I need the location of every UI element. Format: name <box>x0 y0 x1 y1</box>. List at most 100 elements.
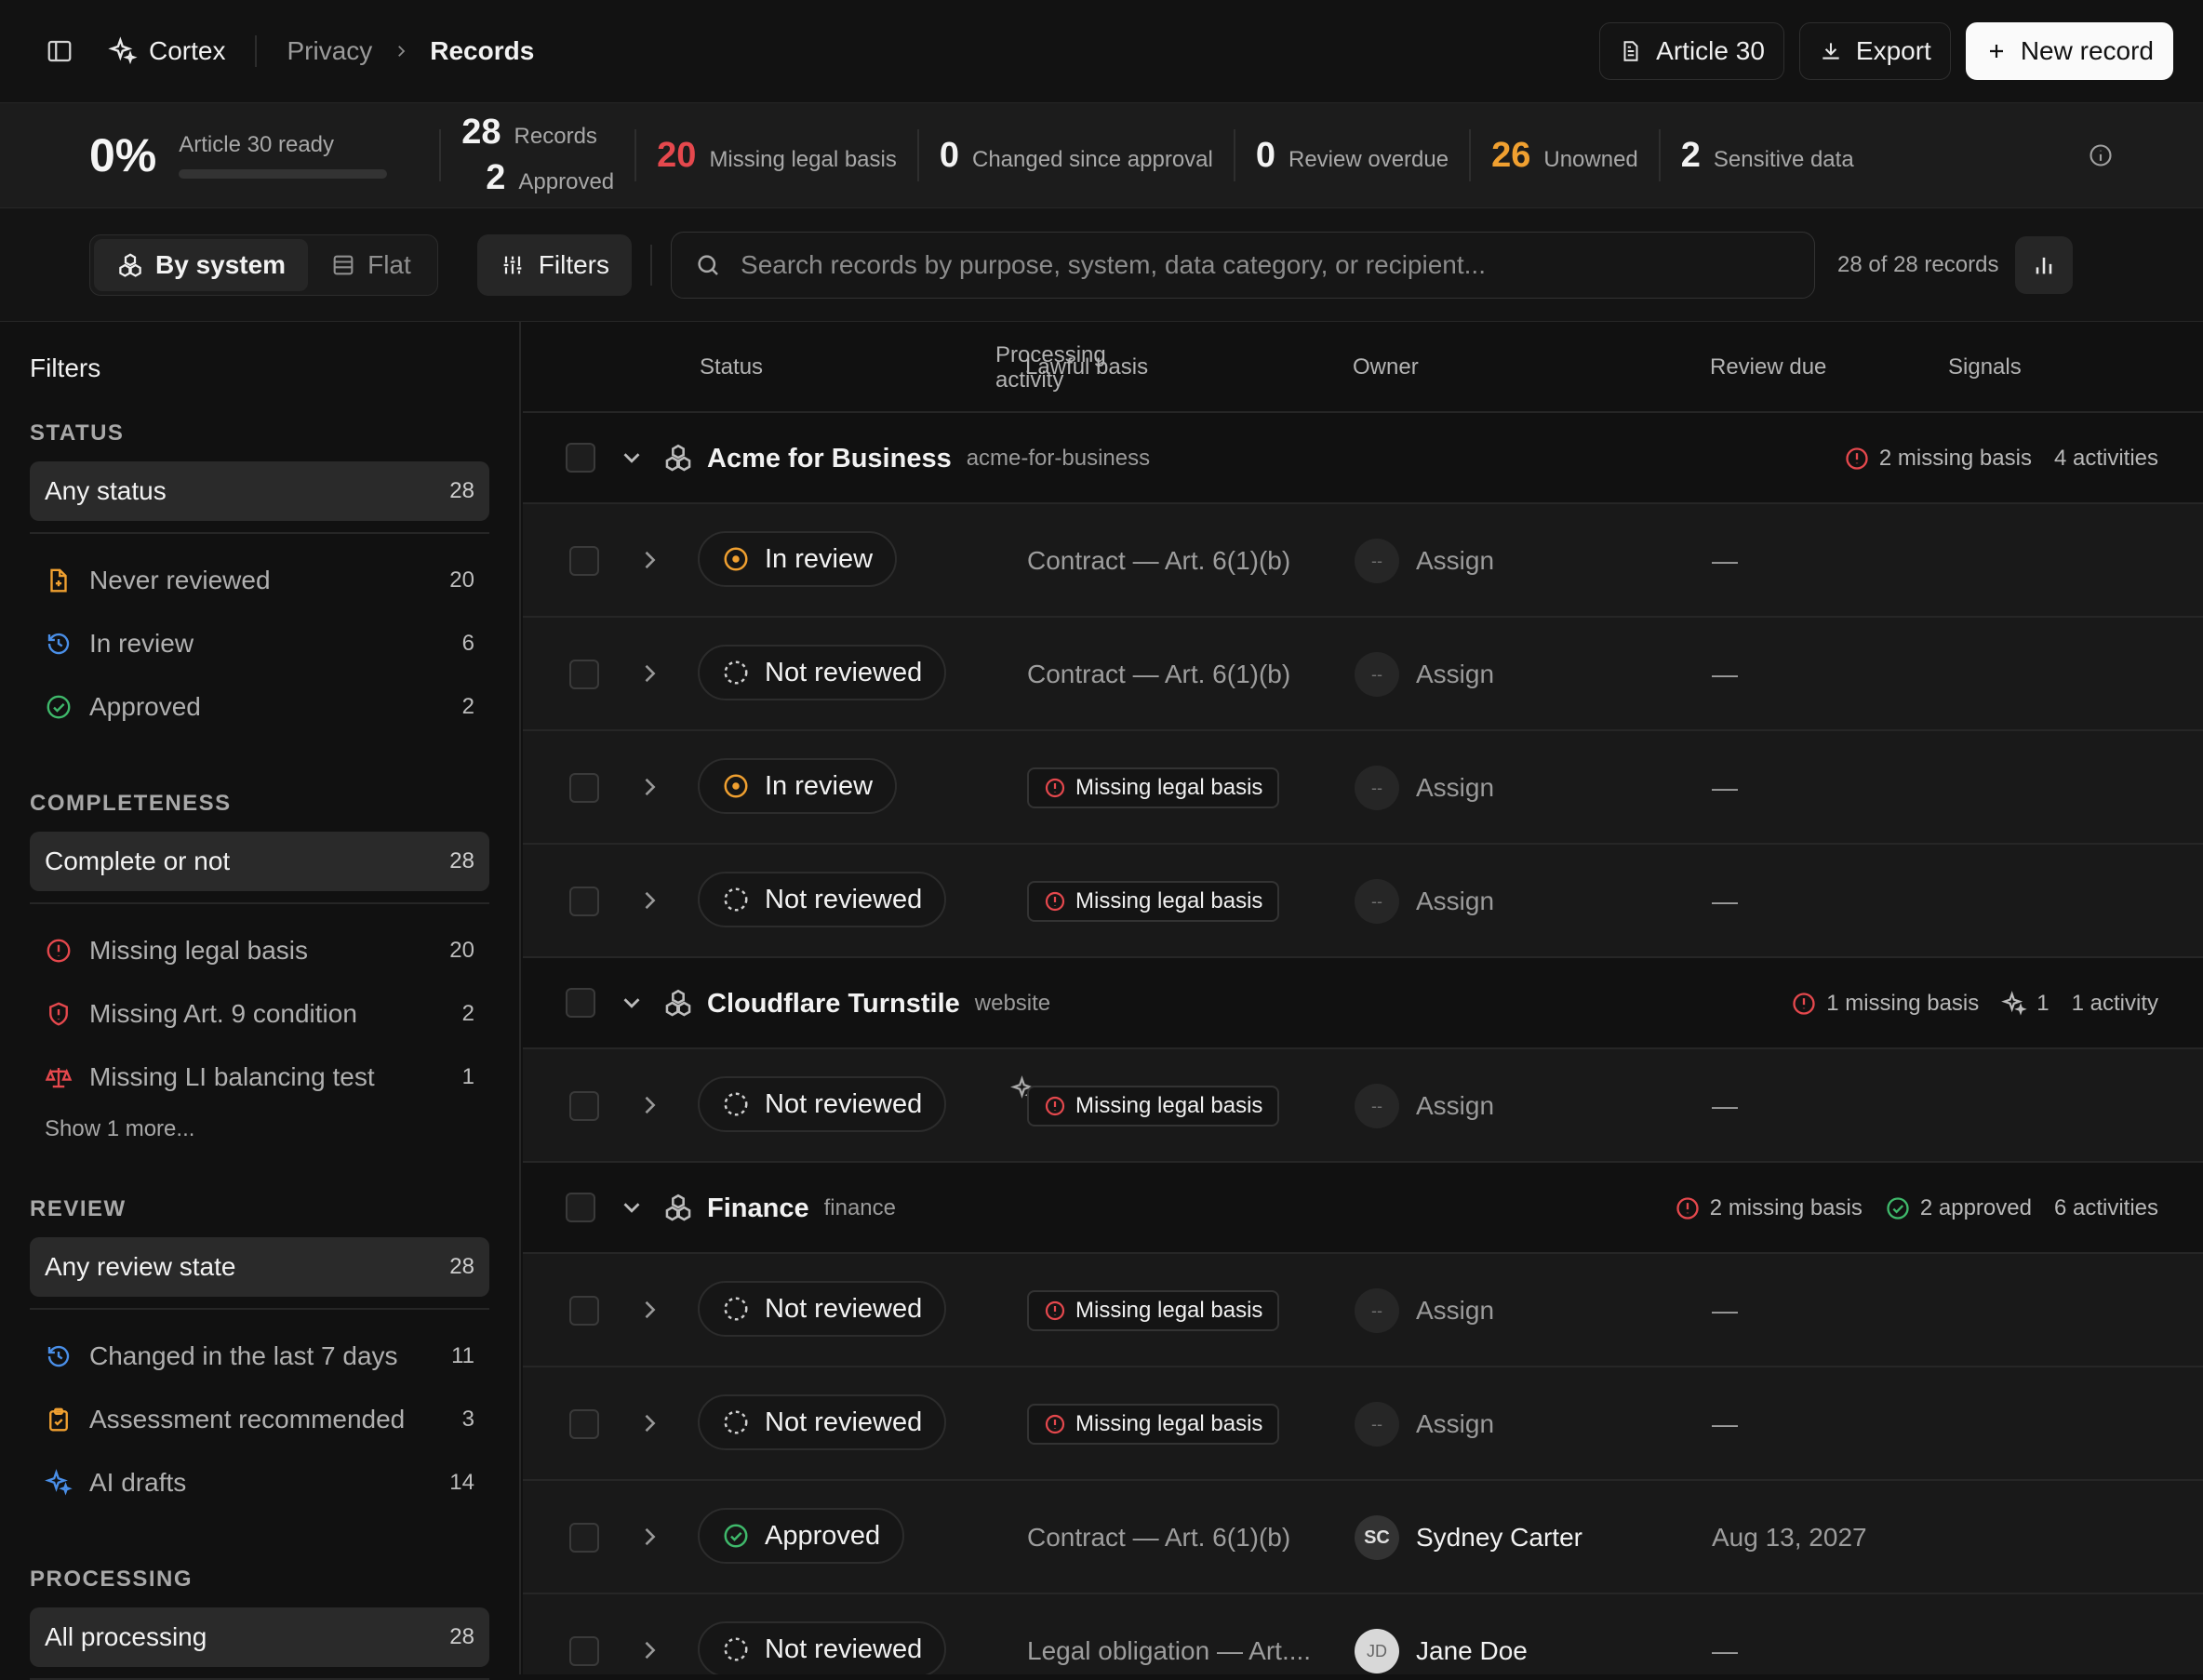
chevron-right-icon[interactable] <box>636 1297 662 1323</box>
chevron-right-icon[interactable] <box>636 1092 662 1118</box>
status-pill[interactable]: Not reviewed <box>698 645 947 700</box>
table-row[interactable]: Not reviewed Missing legal basis -- Assig… <box>523 1367 2203 1481</box>
row-checkbox[interactable] <box>569 1636 599 1666</box>
header-signals[interactable]: Signals <box>1948 322 2022 413</box>
table-row[interactable]: Not reviewed Missing legal basis -- Assig… <box>523 845 2203 958</box>
assign-link[interactable]: Assign <box>1416 887 1494 916</box>
stat-changed[interactable]: 0 Changed since approval <box>940 136 1213 176</box>
row-checkbox[interactable] <box>569 773 599 803</box>
row-checkbox[interactable] <box>569 1296 599 1326</box>
article30-button[interactable]: Article 30 <box>1599 22 1784 80</box>
table-row[interactable]: Not reviewed Missing legal basis -- Assig… <box>523 1049 2203 1163</box>
new-record-button[interactable]: New record <box>1965 22 2173 80</box>
sidebar-toggle-icon[interactable] <box>30 21 89 81</box>
row-checkbox[interactable] <box>569 546 599 576</box>
chevron-right-icon[interactable] <box>636 1410 662 1436</box>
chevron-right-icon[interactable] <box>636 887 662 913</box>
chevron-down-icon[interactable] <box>618 444 646 472</box>
show-more-link[interactable]: Show 1 more... <box>30 1109 489 1142</box>
assign-link[interactable]: Assign <box>1416 546 1494 576</box>
divider <box>1469 129 1472 181</box>
filter-never-reviewed[interactable]: Never reviewed 20 <box>30 549 489 612</box>
header-owner[interactable]: Owner <box>1353 322 1419 413</box>
table-row[interactable]: Approved Contract — Art. 6(1)(b) SC Sydne… <box>523 1481 2203 1594</box>
owner-name[interactable]: Jane Doe <box>1416 1636 1528 1666</box>
header-lawful-basis[interactable]: Lawful basis <box>1025 322 1148 413</box>
status-pill[interactable]: In review <box>698 758 898 814</box>
filter-complete-or-not[interactable]: Complete or not 28 <box>30 832 489 891</box>
row-checkbox[interactable] <box>569 887 599 916</box>
table-row[interactable]: In review Contract — Art. 6(1)(b) -- Assi… <box>523 504 2203 618</box>
filter-all-processing[interactable]: All processing 28 <box>30 1607 489 1667</box>
assign-link[interactable]: Assign <box>1416 1409 1494 1439</box>
filter-missing-li-test[interactable]: Missing LI balancing test 1 <box>30 1046 489 1109</box>
row-checkbox[interactable] <box>569 1091 599 1121</box>
assign-link[interactable]: Assign <box>1416 773 1494 803</box>
breadcrumb-privacy[interactable]: Privacy <box>287 36 372 66</box>
stat-missing-basis[interactable]: 20 Missing legal basis <box>657 136 897 176</box>
export-button[interactable]: Export <box>1798 22 1951 80</box>
missing-basis-badge[interactable]: Missing legal basis <box>1027 1290 1280 1331</box>
view-flat-button[interactable]: Flat <box>308 239 434 291</box>
assign-link[interactable]: Assign <box>1416 660 1494 689</box>
missing-basis-badge[interactable]: Missing legal basis <box>1027 1404 1280 1445</box>
chevron-right-icon[interactable] <box>636 547 662 573</box>
status-pill[interactable]: Approved <box>698 1508 905 1564</box>
table-row[interactable]: Not reviewed Contract — Art. 6(1)(b) -- A… <box>523 618 2203 731</box>
filter-assessment-recommended[interactable]: Assessment recommended 3 <box>30 1388 489 1451</box>
group-checkbox[interactable] <box>566 1193 595 1222</box>
chart-toggle-button[interactable] <box>2015 235 2074 294</box>
chevron-right-icon[interactable] <box>636 660 662 687</box>
assign-link[interactable]: Assign <box>1416 1091 1494 1121</box>
group-row-acme[interactable]: Acme for Business acme-for-business 2 mis… <box>523 413 2203 504</box>
chevron-down-icon[interactable] <box>618 989 646 1017</box>
missing-basis-badge[interactable]: Missing legal basis <box>1027 1086 1280 1127</box>
filter-any-review-state[interactable]: Any review state 28 <box>30 1237 489 1297</box>
group-row-finance[interactable]: Finance finance 2 missing basis 2 approve… <box>523 1163 2203 1254</box>
chevron-right-icon[interactable] <box>636 1637 662 1663</box>
search-input[interactable]: Search records by purpose, system, data … <box>671 231 1816 299</box>
info-icon[interactable] <box>2088 142 2114 168</box>
owner-name[interactable]: Sydney Carter <box>1416 1523 1582 1553</box>
header-status[interactable]: Status <box>700 322 763 413</box>
table-row[interactable]: Not reviewed Legal obligation — Art.... … <box>523 1594 2203 1674</box>
stat-sensitive[interactable]: 2 Sensitive data <box>1681 136 1854 176</box>
status-pill[interactable]: Not reviewed <box>698 1394 947 1450</box>
table-row[interactable]: Not reviewed Missing legal basis -- Assig… <box>523 1254 2203 1367</box>
stat-records[interactable]: 28 Records <box>461 113 614 153</box>
document-icon <box>1619 39 1643 63</box>
status-pill[interactable]: Not reviewed <box>698 1281 947 1337</box>
app-brand[interactable]: Cortex <box>108 36 225 66</box>
status-pill[interactable]: Not reviewed <box>698 1076 947 1132</box>
filter-missing-legal-basis[interactable]: Missing legal basis 20 <box>30 919 489 982</box>
row-checkbox[interactable] <box>569 660 599 689</box>
filter-missing-art9[interactable]: Missing Art. 9 condition 2 <box>30 982 489 1046</box>
row-checkbox[interactable] <box>569 1409 599 1439</box>
stat-unowned[interactable]: 26 Unowned <box>1491 136 1638 176</box>
header-review-due[interactable]: Review due <box>1710 322 1826 413</box>
filter-changed-7-days[interactable]: Changed in the last 7 days 11 <box>30 1325 489 1388</box>
status-pill[interactable]: Not reviewed <box>698 1621 947 1674</box>
filter-ai-drafts[interactable]: AI drafts 14 <box>30 1451 489 1514</box>
row-checkbox[interactable] <box>569 1523 599 1553</box>
filter-approved[interactable]: Approved 2 <box>30 675 489 739</box>
table-row[interactable]: In review Missing legal basis -- Assign — <box>523 731 2203 845</box>
group-row-cloudflare[interactable]: Cloudflare Turnstile website 1 missing ba… <box>523 958 2203 1049</box>
stat-overdue[interactable]: 0 Review overdue <box>1256 136 1449 176</box>
chevron-right-icon[interactable] <box>636 774 662 800</box>
stat-approved[interactable]: 2 Approved <box>486 158 614 198</box>
filter-in-review[interactable]: In review 6 <box>30 612 489 675</box>
group-checkbox[interactable] <box>566 988 595 1018</box>
filter-any-status[interactable]: Any status 28 <box>30 461 489 521</box>
missing-basis-badge[interactable]: Missing legal basis <box>1027 881 1280 922</box>
status-pill[interactable]: Not reviewed <box>698 872 947 927</box>
option-label: All processing <box>45 1622 207 1651</box>
chevron-right-icon[interactable] <box>636 1524 662 1550</box>
missing-basis-badge[interactable]: Missing legal basis <box>1027 767 1280 808</box>
chevron-down-icon[interactable] <box>618 1193 646 1221</box>
status-pill[interactable]: In review <box>698 531 898 587</box>
filters-button[interactable]: Filters <box>476 233 633 296</box>
group-checkbox[interactable] <box>566 443 595 473</box>
view-by-system-button[interactable]: By system <box>94 238 309 291</box>
assign-link[interactable]: Assign <box>1416 1296 1494 1326</box>
